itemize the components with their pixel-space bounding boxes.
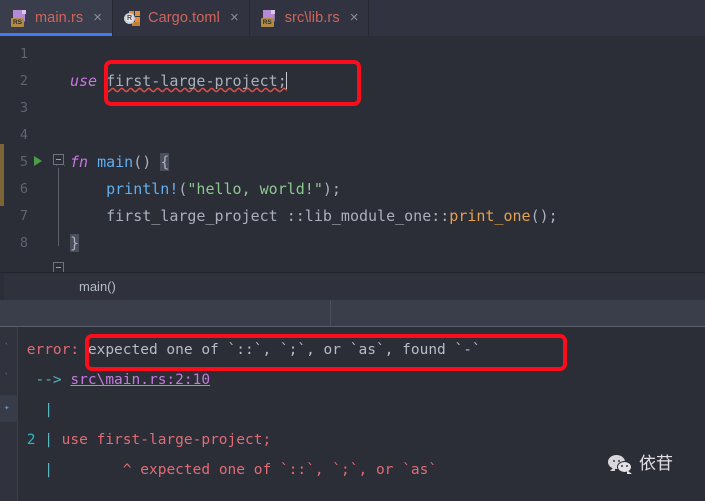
console-toolbar: [0, 300, 705, 327]
rust-icon-badge: RS: [11, 17, 24, 27]
breadcrumb-label[interactable]: main(): [0, 279, 116, 294]
code-editor[interactable]: 1 2 3 4 5 6 7 8 use first-large-project;…: [0, 36, 705, 273]
rust-file-icon: RS: [260, 9, 278, 27]
run-gutter: [32, 41, 50, 277]
tab-label: src\lib.rs: [284, 10, 340, 26]
line-number: 7: [19, 208, 28, 224]
console-toolbar-divider: [330, 300, 331, 327]
keyword-use: use: [70, 72, 98, 90]
println-macro: println!: [106, 180, 179, 198]
console-caret-line: | ^ expected one of `::`, `;`, or `as`: [18, 455, 705, 485]
console-output-panel[interactable]: ` ` ✦ error: expected one of `::`, `;`, …: [0, 327, 705, 501]
console-location-line: --> src\main.rs:2:10: [18, 365, 705, 395]
rust-file-icon: RS: [11, 9, 28, 27]
code-fold-gutter: [52, 41, 66, 277]
tab-label: Cargo.toml: [148, 10, 220, 26]
line7-tail: ();: [530, 207, 558, 225]
line-number: 3: [19, 100, 28, 116]
wrench-icon[interactable]: ✦: [4, 404, 13, 413]
console-gutter: ` ` ✦: [0, 327, 18, 501]
console-bar-line-1: |: [18, 395, 705, 425]
close-icon[interactable]: ×: [347, 10, 360, 27]
tab-main-rs[interactable]: RS main.rs ×: [0, 0, 114, 36]
code-content[interactable]: use first-large-project; fn main() { pri…: [70, 41, 705, 277]
snippet-line-number: 2: [26, 432, 36, 448]
fold-region-line: [58, 163, 59, 246]
caret-message: expected one of `::`, `;`, or `as`: [140, 462, 438, 478]
tab-bar-empty-area: [369, 0, 705, 36]
console-snippet-line: 2 | use first-large-project;: [18, 425, 705, 455]
caret-marker: ^: [122, 462, 132, 478]
code-line-8: }: [70, 230, 705, 257]
tab-cargo-toml[interactable]: R Cargo.toml ×: [113, 0, 250, 36]
editor-tab-bar: RS main.rs × R Cargo.toml × RS src\lib.r…: [0, 0, 705, 36]
module-path: first_large_project ::lib_module_one::: [106, 207, 450, 225]
code-line-5: fn main() {: [70, 149, 705, 176]
arrow-marker: -->: [35, 372, 62, 388]
console-lines[interactable]: error: expected one of `::`, `;`, or `as…: [18, 327, 705, 501]
code-line-7: first_large_project ::lib_module_one::pr…: [70, 203, 705, 230]
open-brace: {: [160, 153, 170, 171]
line-number: 5: [19, 154, 28, 170]
rust-icon-badge: RS: [260, 17, 274, 27]
tab-label: main.rs: [35, 10, 84, 26]
breadcrumb[interactable]: main(): [0, 273, 705, 300]
code-line-2: use first-large-project;: [70, 68, 705, 95]
line-number: 8: [19, 235, 28, 251]
tab-src-lib-rs[interactable]: RS src\lib.rs ×: [250, 0, 370, 36]
close-brace: }: [70, 234, 80, 252]
snippet-code: use first-large-project;: [61, 432, 272, 448]
code-line-6: println!("hello, world!");: [106, 180, 341, 198]
crate-name-error: first-large-project: [106, 72, 278, 90]
breadcrumb-left-edge: [0, 273, 4, 300]
text-caret: [285, 72, 287, 89]
warn-dot-icon: `: [4, 343, 10, 353]
watermark-text: 依苷: [639, 454, 673, 474]
line-number: 4: [19, 127, 28, 143]
error-message: expected one of `::`, `;`, or `as`, foun…: [87, 342, 481, 358]
line-number-gutter: 1 2 3 4 5 6 7 8: [4, 36, 32, 272]
fold-open-icon[interactable]: [53, 154, 64, 165]
gutter-bar: |: [44, 462, 53, 478]
parens: (): [133, 153, 152, 171]
error-label: error:: [26, 342, 80, 358]
string-literal: "hello, world!": [187, 180, 323, 198]
error-location-link[interactable]: src\main.rs:2:10: [70, 372, 210, 388]
keyword-fn: fn: [70, 153, 89, 171]
line-number: 1: [19, 46, 28, 62]
function-name-main: main: [97, 153, 134, 171]
console-error-line: error: expected one of `::`, `;`, or `as…: [18, 335, 705, 365]
gutter-bar: |: [44, 432, 53, 448]
cargo-toml-icon: R: [124, 10, 141, 27]
line6-tail: );: [322, 180, 341, 198]
gutter-bar: |: [44, 402, 53, 418]
warn-dot-icon: `: [4, 373, 10, 383]
line-number: 2: [19, 73, 28, 89]
watermark: 依苷: [608, 455, 673, 474]
run-triangle-icon[interactable]: [34, 156, 42, 166]
close-icon[interactable]: ×: [227, 10, 240, 27]
ide-window: RS main.rs × R Cargo.toml × RS src\lib.r…: [0, 0, 705, 501]
line-number: 6: [19, 181, 28, 197]
close-icon[interactable]: ×: [90, 10, 103, 27]
wechat-logo-icon: [608, 455, 633, 474]
function-call-print-one: print_one: [449, 207, 531, 225]
